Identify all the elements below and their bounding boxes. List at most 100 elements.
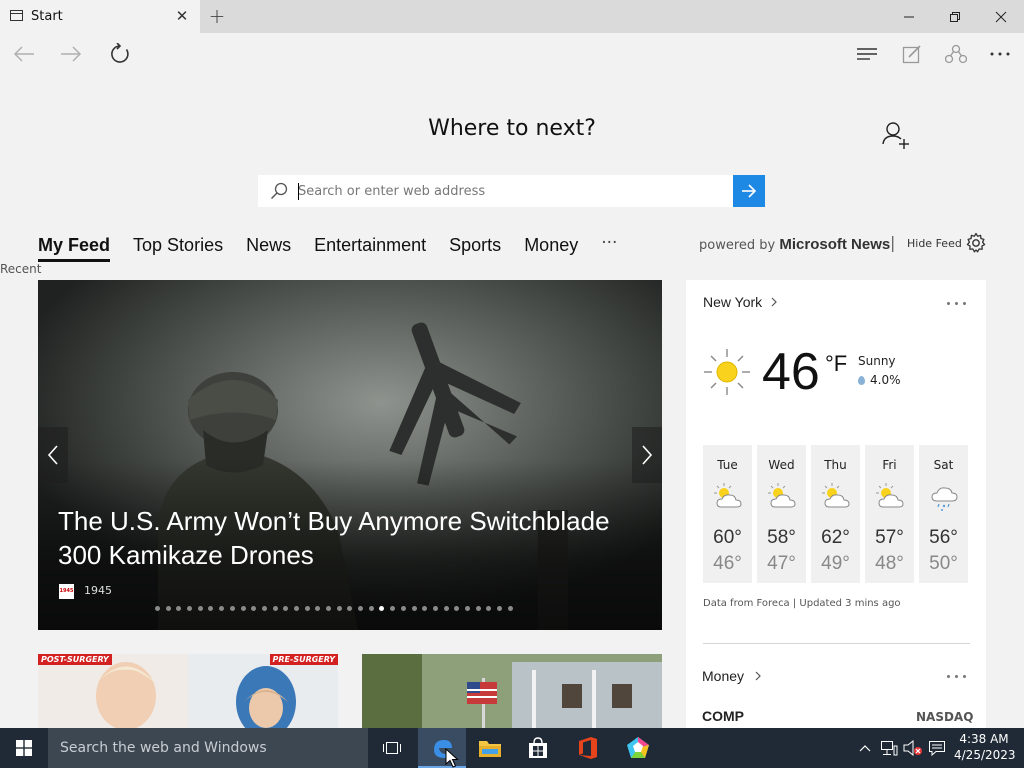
carousel-dot[interactable]	[358, 606, 364, 611]
taskbar-store[interactable]	[514, 728, 562, 768]
carousel-dot[interactable]	[475, 606, 481, 611]
weather-location-link[interactable]: New York	[703, 294, 778, 310]
carousel-dot[interactable]	[251, 606, 257, 611]
forward-button[interactable]	[56, 39, 86, 69]
day-name: Thu	[824, 458, 847, 472]
tab-start[interactable]: Start ✕	[0, 0, 200, 33]
taskbar-search[interactable]: Search the web and Windows	[48, 728, 368, 768]
weather-more-button[interactable]	[947, 299, 971, 307]
hide-feed-button[interactable]: Hide Feed	[907, 237, 962, 250]
carousel-dot[interactable]	[379, 606, 385, 611]
taskbar-app[interactable]	[614, 728, 662, 768]
carousel-dot[interactable]	[229, 606, 235, 611]
tab-money[interactable]: Money	[524, 234, 578, 262]
carousel-dot[interactable]	[507, 606, 513, 611]
stock-exchange: NASDAQ	[916, 710, 974, 724]
carousel-dot[interactable]	[304, 606, 310, 611]
feed-settings-button[interactable]	[965, 232, 987, 254]
taskbar-file-explorer[interactable]	[466, 728, 514, 768]
add-account-button[interactable]	[880, 119, 912, 151]
volume-tray-button[interactable]	[902, 728, 924, 768]
carousel-dot[interactable]	[176, 606, 182, 611]
carousel-dot[interactable]	[336, 606, 342, 611]
carousel-prev-button[interactable]	[38, 427, 68, 483]
carousel-dot[interactable]	[464, 606, 470, 611]
carousel-dot[interactable]	[283, 606, 289, 611]
tab-sports[interactable]: Sports	[449, 234, 501, 262]
carousel-dot[interactable]	[443, 606, 449, 611]
search-input[interactable]	[298, 175, 728, 207]
carousel-dot[interactable]	[219, 606, 225, 611]
money-link[interactable]: Money	[702, 668, 762, 684]
article-thumbnail[interactable]: POST-SURGERY PRE-SURGERY	[38, 654, 338, 728]
more-button[interactable]	[985, 39, 1015, 69]
tab-entertainment[interactable]: Entertainment	[314, 234, 426, 262]
money-more-button[interactable]	[947, 672, 971, 680]
carousel-dot[interactable]	[347, 606, 353, 611]
carousel-dot[interactable]	[390, 606, 396, 611]
stock-symbol[interactable]: COMP	[702, 708, 744, 724]
carousel-dot[interactable]	[240, 606, 246, 611]
tag-post-surgery: POST-SURGERY	[38, 654, 112, 665]
web-note-button[interactable]	[897, 39, 927, 69]
back-button[interactable]	[9, 39, 39, 69]
task-view-button[interactable]	[368, 728, 416, 768]
minimize-button[interactable]	[886, 0, 932, 33]
arrow-right-icon	[742, 184, 757, 198]
hub-button[interactable]	[852, 39, 882, 69]
share-button[interactable]	[941, 39, 971, 69]
taskbar-clock[interactable]: 4:38 AM 4/25/2023	[954, 731, 1016, 763]
carousel-dot[interactable]	[432, 606, 438, 611]
tab-news[interactable]: News	[246, 234, 291, 262]
hero-title[interactable]: The U.S. Army Won’t Buy Anymore Switchbl…	[58, 504, 648, 572]
day-low: 46°	[713, 553, 742, 574]
close-window-button[interactable]	[978, 0, 1024, 33]
carousel-dot[interactable]	[293, 606, 299, 611]
search-box[interactable]	[258, 175, 733, 207]
carousel-dot[interactable]	[261, 606, 267, 611]
network-tray-button[interactable]	[878, 728, 900, 768]
restore-button[interactable]	[932, 0, 978, 33]
carousel-dot[interactable]	[155, 606, 160, 611]
start-button[interactable]	[0, 728, 48, 768]
refresh-button[interactable]	[105, 39, 135, 69]
carousel-dot[interactable]	[187, 606, 193, 611]
page-headline: Where to next?	[428, 116, 596, 141]
temperature-unit[interactable]: °F	[825, 351, 847, 377]
forecast-day[interactable]: Thu 62° 49°	[811, 445, 860, 583]
carousel-dot[interactable]	[326, 606, 331, 611]
tab-title: Start	[31, 9, 63, 24]
new-tab-button[interactable]: +	[206, 4, 228, 28]
carousel-dot[interactable]	[165, 606, 171, 611]
carousel-dot[interactable]	[197, 606, 203, 611]
search-go-button[interactable]	[733, 175, 765, 207]
forecast-day[interactable]: Wed 58° 47°	[757, 445, 806, 583]
carousel-dot[interactable]	[486, 606, 492, 611]
carousel-dot[interactable]	[422, 606, 428, 611]
taskbar-office[interactable]	[564, 728, 612, 768]
article-thumbnail[interactable]	[362, 654, 662, 728]
carousel-dot[interactable]	[411, 606, 417, 611]
hero-article[interactable]: The U.S. Army Won’t Buy Anymore Switchbl…	[38, 280, 662, 630]
tab-top-stories[interactable]: Top Stories	[133, 234, 223, 262]
notification-icon	[929, 741, 945, 756]
forecast-day[interactable]: Tue 60° 46°	[703, 445, 752, 583]
clock-time: 4:38 AM	[959, 732, 1009, 746]
feed-more-button[interactable]: ···	[601, 234, 617, 262]
weather-source[interactable]: Data from Foreca | Updated 3 mins ago	[703, 598, 901, 609]
tab-close-button[interactable]: ✕	[172, 6, 192, 26]
show-hidden-icons-button[interactable]	[855, 728, 875, 768]
carousel-dot[interactable]	[400, 606, 406, 611]
carousel-dot[interactable]	[315, 606, 321, 611]
forecast-day[interactable]: Sat 56° 50°	[919, 445, 968, 583]
carousel-dot[interactable]	[454, 606, 460, 611]
tab-my-feed[interactable]: My Feed	[38, 234, 111, 262]
action-center-button[interactable]	[926, 728, 948, 768]
carousel-next-button[interactable]	[632, 427, 662, 483]
carousel-dot[interactable]	[497, 606, 502, 611]
carousel-dot[interactable]	[272, 606, 278, 611]
forecast-day[interactable]: Fri 57° 48°	[865, 445, 914, 583]
carousel-dot[interactable]	[368, 606, 374, 611]
carousel-dot[interactable]	[208, 606, 214, 611]
minimize-icon	[904, 16, 914, 17]
